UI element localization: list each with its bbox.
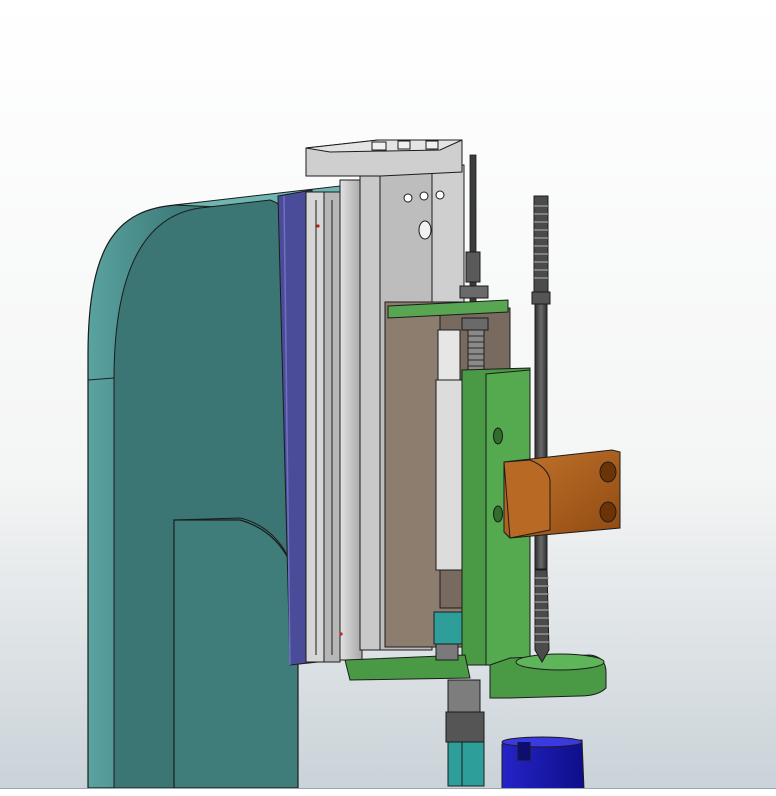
mount-hole (435, 190, 445, 200)
bracket-hole (493, 427, 503, 445)
block-hole (599, 461, 617, 483)
guide-block[interactable] (503, 449, 621, 539)
block-hole (599, 501, 617, 523)
machine-assembly-drawing (87, 139, 621, 791)
mount-hole (403, 193, 413, 203)
base-flange[interactable] (489, 653, 607, 699)
rail-marker (339, 632, 343, 636)
port-hole (418, 220, 432, 240)
rail-marker (316, 224, 320, 228)
bracket-hole (493, 505, 503, 523)
c-frame-throat (173, 519, 299, 789)
cad-viewport[interactable] (0, 0, 776, 796)
slide-rail[interactable] (305, 179, 363, 663)
blue-cup[interactable] (501, 736, 585, 791)
threaded-spindle[interactable] (531, 195, 551, 663)
mount-hole (419, 191, 429, 201)
top-cap[interactable] (305, 139, 463, 177)
